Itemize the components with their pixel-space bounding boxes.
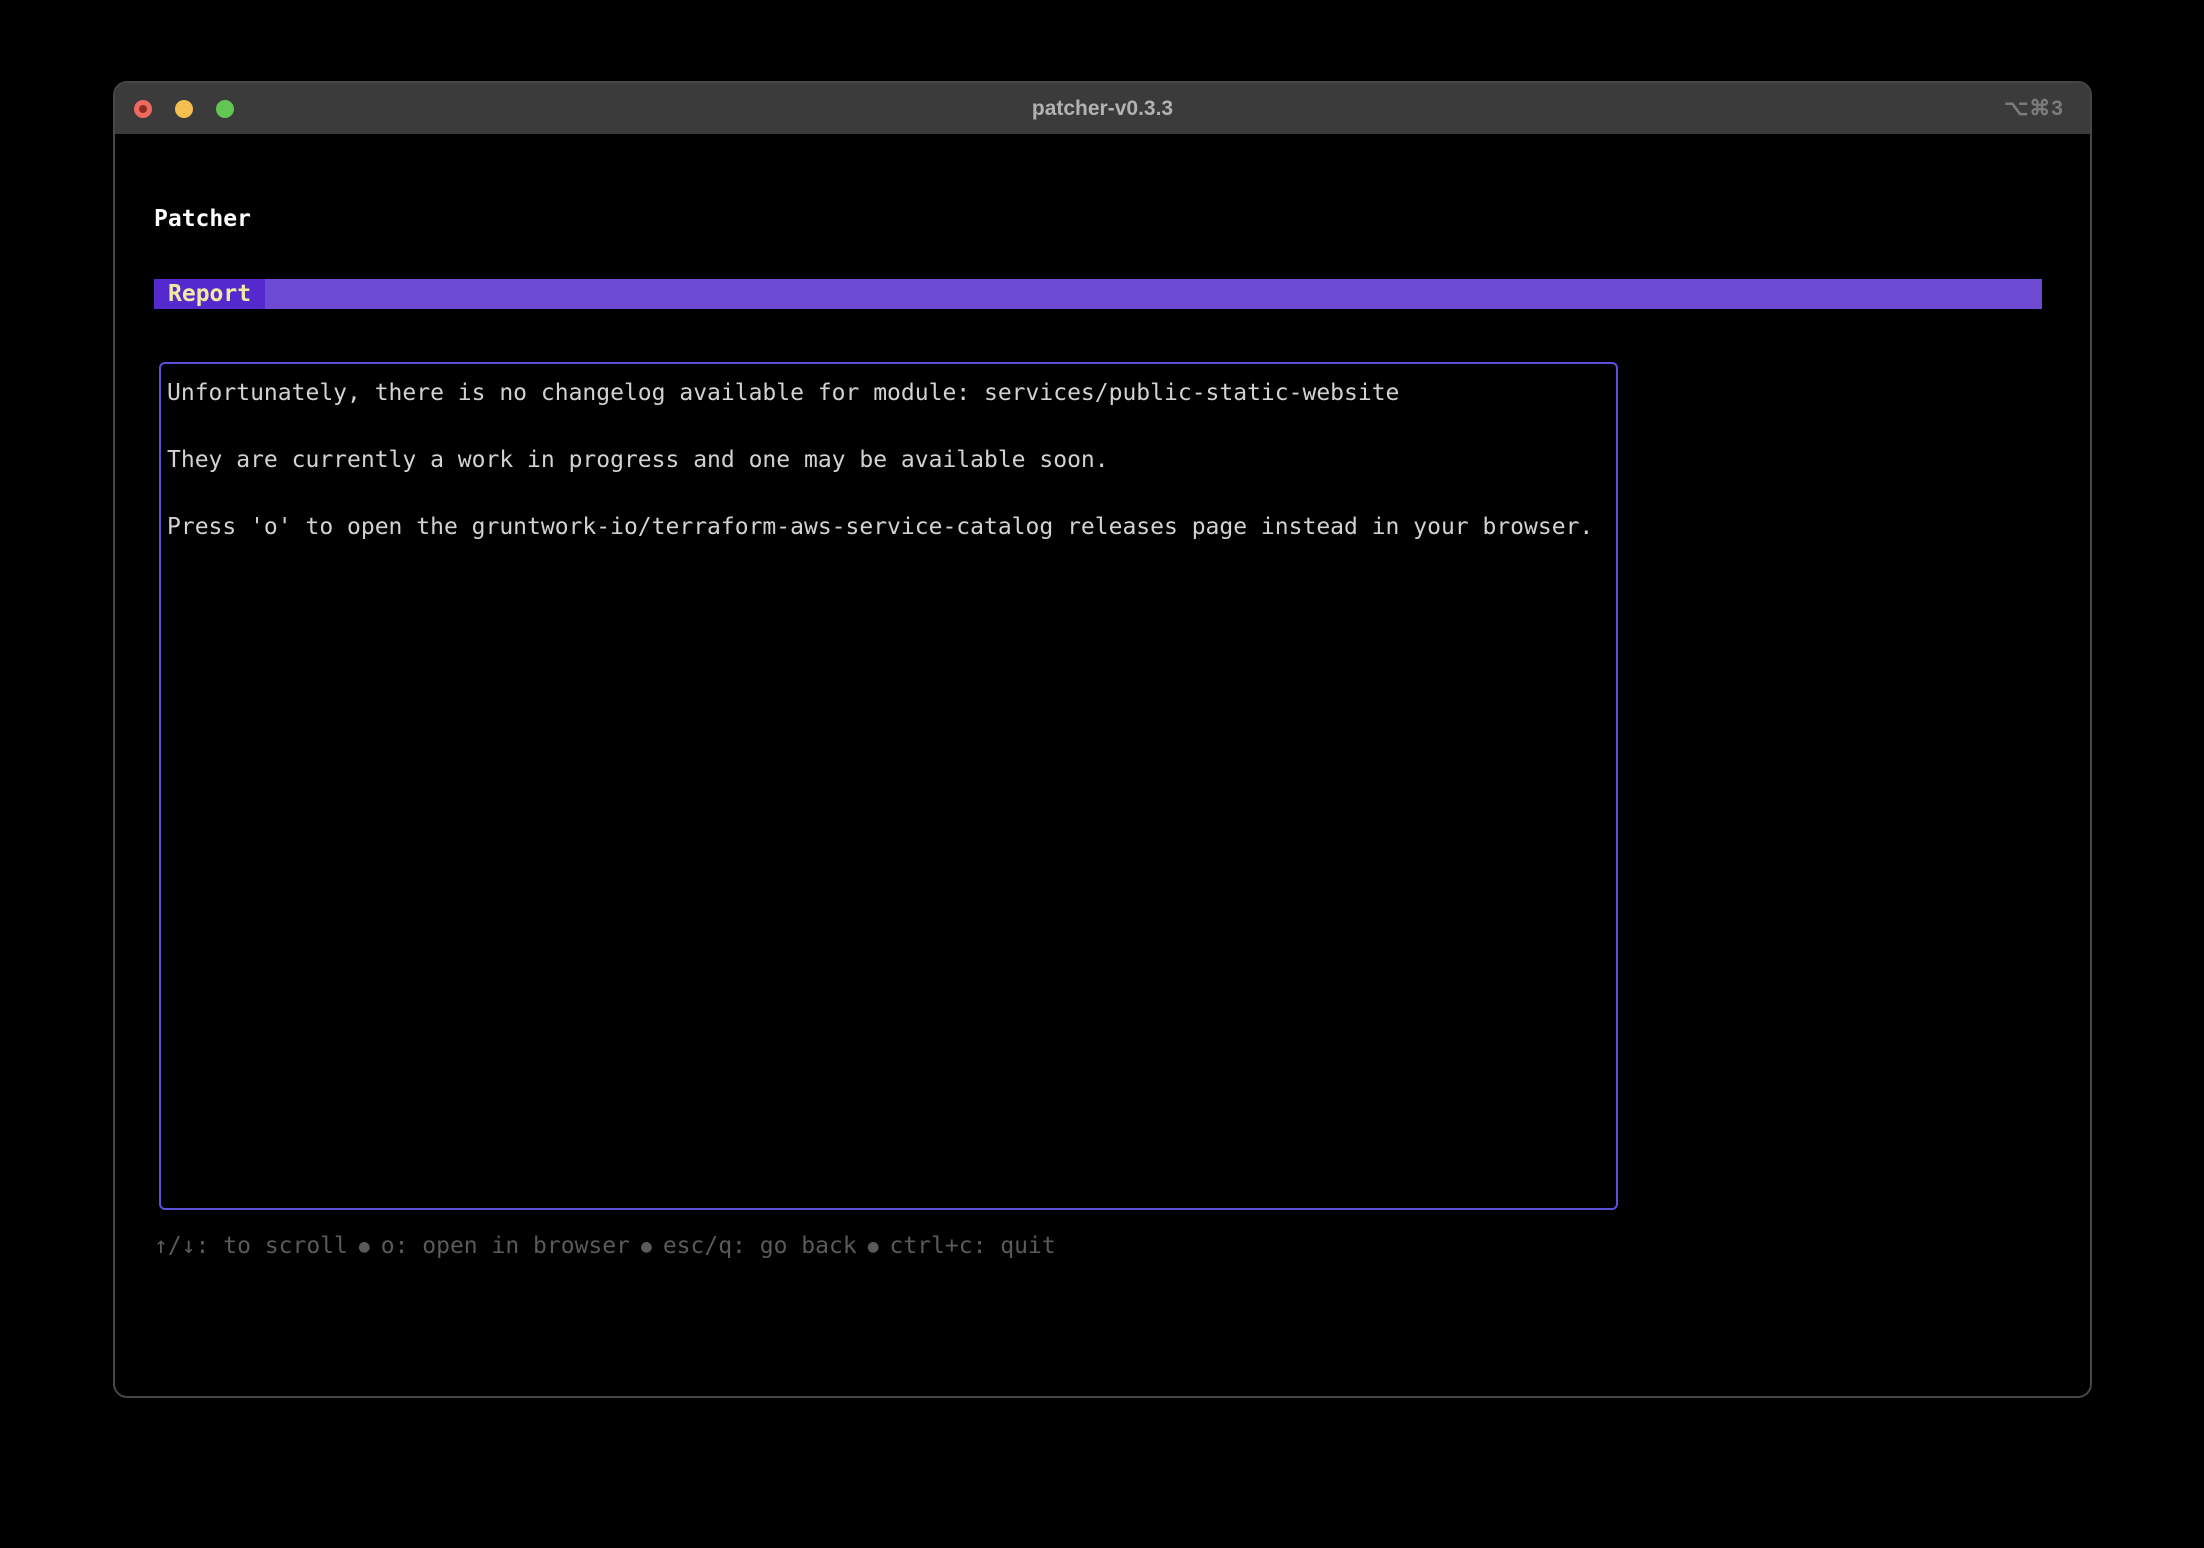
tab-report[interactable]: Report [154,279,265,309]
window-title: patcher-v0.3.3 [115,83,2090,134]
terminal-window: patcher-v0.3.3 ⌥⌘3 Patcher Report Unfort… [113,81,2092,1398]
report-line: They are currently a work in progress an… [167,443,1612,477]
bullet-separator-icon: ● [857,1230,890,1263]
minimize-button[interactable] [175,100,193,118]
help-hint-scroll: ↑/↓: to scroll [154,1230,348,1263]
help-hint-open: o: open in browser [381,1230,630,1263]
close-button[interactable] [134,100,152,118]
report-content: Unfortunately, there is no changelog ava… [167,376,1612,544]
tab-bar: Report [154,279,2042,309]
bullet-separator-icon: ● [630,1230,663,1263]
changelog-report-viewport[interactable]: Unfortunately, there is no changelog ava… [159,362,1618,1210]
help-hint-back: esc/q: go back [663,1230,857,1263]
window-shortcut-hint: ⌥⌘3 [2004,83,2064,134]
window-titlebar[interactable]: patcher-v0.3.3 ⌥⌘3 [115,83,2090,134]
help-bar: ↑/↓: to scroll ● o: open in browser ● es… [154,1230,1056,1263]
help-hint-quit: ctrl+c: quit [890,1230,1056,1263]
app-heading: Patcher [154,203,251,235]
report-line: Press 'o' to open the gruntwork-io/terra… [167,510,1612,544]
report-line: Unfortunately, there is no changelog ava… [167,376,1612,410]
zoom-button[interactable] [216,100,234,118]
bullet-separator-icon: ● [348,1230,381,1263]
traffic-lights [134,83,234,134]
